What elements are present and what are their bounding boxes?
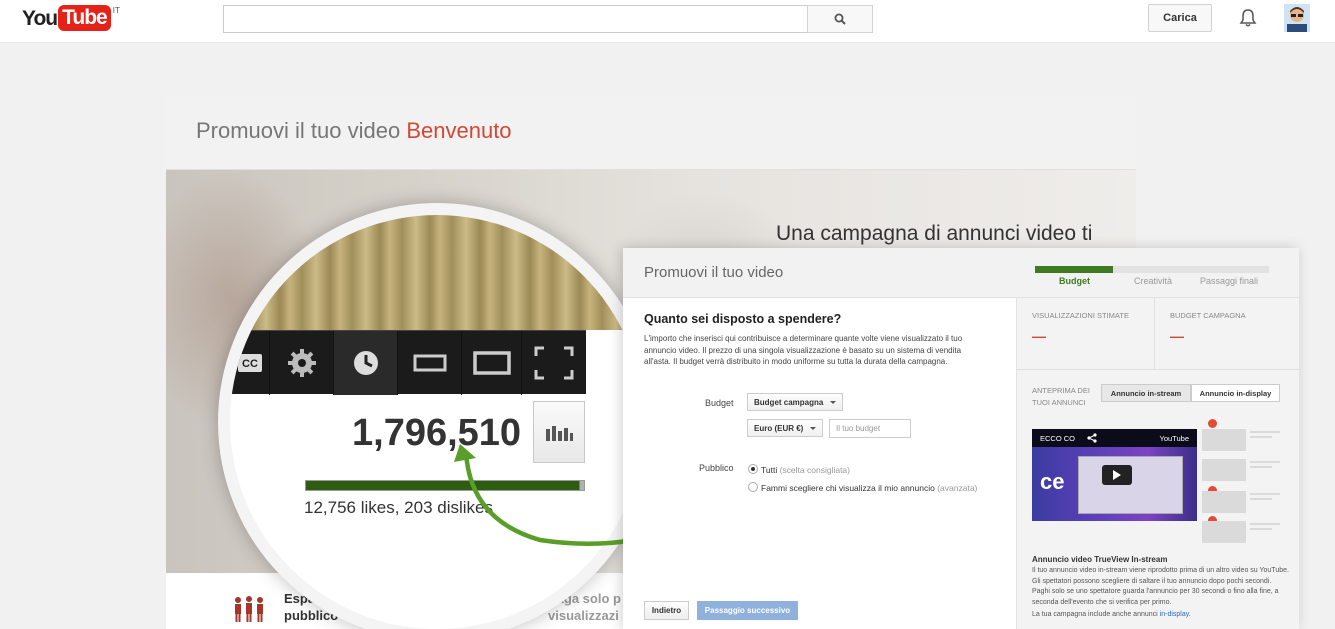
ad-preview-video[interactable]: ce ECCO CO YouTube — [1032, 429, 1197, 521]
step-final[interactable]: Passaggi finali — [1200, 276, 1258, 286]
audience-custom-label: Fammi scegliere chi visualizza il mio an… — [761, 483, 977, 493]
player-controls: CC — [230, 330, 586, 395]
logo-tube-text: Tube — [58, 5, 111, 31]
budget-label: Budget — [705, 398, 734, 408]
currency-select[interactable]: Euro (EUR €) — [747, 419, 823, 437]
preview-sidebar: VISUALIZZAZIONI STIMATE — BUDGET CAMPAGN… — [1016, 298, 1299, 629]
back-button[interactable]: Indietro — [644, 601, 689, 620]
promote-panel: Promuovi il tuo video Budget Creatività … — [623, 248, 1299, 629]
placeholder-thumb — [1202, 429, 1246, 451]
est-views-label: VISUALIZZAZIONI STIMATE — [1032, 311, 1129, 320]
indisplay-link[interactable]: in-display — [1160, 611, 1189, 618]
video-title-bar: ECCO CO YouTube — [1032, 429, 1197, 447]
budget-input[interactable]: Il tuo budget — [829, 419, 911, 438]
chevron-down-icon — [830, 401, 836, 404]
cc-icon: CC — [230, 331, 270, 395]
chart-icon — [546, 426, 573, 441]
form-title: Quanto sei disposto a spendere? — [644, 312, 842, 326]
currency-value: Euro (EUR €) — [754, 423, 804, 433]
ad-type-title: Annuncio video TrueView In-stream — [1032, 555, 1168, 564]
clock-icon — [334, 331, 398, 395]
est-views-value: — — [1032, 328, 1046, 344]
settings-icon — [270, 331, 334, 395]
page-title: Promuovi il tuo video Benvenuto — [196, 118, 512, 144]
budget-type-value: Budget campagna — [754, 397, 824, 407]
page-title-accent: Benvenuto — [406, 118, 512, 143]
people-icon — [235, 596, 263, 622]
campaign-budget-value: — — [1170, 328, 1184, 344]
fullscreen-icon — [522, 331, 586, 395]
magnifier-circle: CC 1,796,510 12,756 likes, 203 dislikes — [218, 203, 656, 629]
svg-text:CC: CC — [242, 358, 258, 370]
logo-you-text: You — [22, 7, 58, 30]
audience-custom-radio[interactable] — [748, 482, 758, 492]
video-brand: YouTube — [1159, 434, 1189, 443]
tab-indisplay[interactable]: Annuncio in-display — [1191, 384, 1280, 402]
placeholder-thumb — [1202, 521, 1246, 543]
card-header: Promuovi il tuo video Benvenuto — [166, 95, 1136, 170]
logo-country: IT — [112, 6, 120, 15]
campaign-note-text: La tua campagna include anche annunci — [1032, 611, 1158, 618]
audience-all-label: Tutti (scelta consigliata) — [761, 465, 850, 475]
placeholder-line — [1250, 466, 1272, 468]
large-player-icon — [462, 331, 522, 395]
est-views-box: VISUALIZZAZIONI STIMATE — — [1017, 298, 1155, 370]
video-letters: ce — [1040, 469, 1065, 494]
search-input[interactable] — [223, 5, 808, 33]
placeholder-line — [1250, 528, 1272, 530]
next-button[interactable]: Passaggio successivo — [697, 601, 798, 620]
budget-type-select[interactable]: Budget campagna — [747, 393, 843, 411]
top-bar: You Tube IT Carica — [0, 0, 1335, 43]
video-frame — [230, 215, 644, 330]
audience-label: Pubblico — [699, 463, 734, 473]
youtube-logo[interactable]: You Tube IT — [22, 5, 120, 33]
step-progress-fill — [1035, 266, 1113, 273]
campaign-note: La tua campagna include anche annunci in… — [1032, 611, 1191, 618]
audience-all-hint: (scelta consigliata) — [779, 465, 850, 475]
step-progress — [1035, 266, 1269, 273]
share-icon[interactable] — [1087, 433, 1097, 443]
ad-type-description: Il tuo annuncio video in-stream viene ri… — [1032, 567, 1289, 606]
placeholder-line — [1250, 436, 1272, 438]
avatar[interactable] — [1284, 4, 1310, 32]
search-button[interactable] — [807, 5, 873, 33]
hero-headline: Una campagna di annunci video ti — [776, 222, 1093, 245]
placeholder-line — [1250, 493, 1280, 495]
step-budget[interactable]: Budget — [1059, 276, 1090, 286]
panel-title: Promuovi il tuo video — [644, 264, 784, 281]
page-title-main: Promuovi il tuo video — [196, 118, 401, 143]
tab-instream[interactable]: Annuncio in-stream — [1101, 384, 1191, 402]
placeholder-line — [1250, 523, 1280, 525]
placeholder-line — [1250, 461, 1280, 463]
placeholder-thumb — [1202, 491, 1246, 513]
campaign-note-dot: . — [1188, 611, 1191, 618]
form-description: L'importo che inserisci qui contribuisce… — [644, 334, 963, 366]
video-title: ECCO CO — [1040, 434, 1076, 443]
small-player-icon — [398, 331, 462, 395]
upload-button[interactable]: Carica — [1148, 4, 1212, 32]
search-icon — [834, 13, 846, 25]
budget-box: BUDGET CAMPAGNA — — [1155, 298, 1299, 370]
play-icon[interactable] — [1102, 465, 1132, 485]
step-creativity[interactable]: Creatività — [1134, 276, 1172, 286]
chevron-down-icon — [810, 427, 816, 430]
campaign-budget-label: BUDGET CAMPAGNA — [1170, 311, 1246, 320]
audience-all-text: Tutti — [761, 465, 778, 475]
audience-all-radio[interactable] — [748, 464, 758, 474]
preview-label: ANTEPRIMA DEI TUOI ANNUNCI — [1032, 386, 1090, 407]
bell-icon[interactable] — [1238, 8, 1258, 28]
audience-custom-text: Fammi scegliere chi visualizza il mio an… — [761, 483, 935, 493]
placeholder-thumb — [1202, 459, 1246, 481]
panel-header: Promuovi il tuo video Budget Creatività … — [623, 248, 1299, 298]
marker-dot — [1208, 419, 1217, 428]
placeholder-line — [1250, 498, 1272, 500]
audience-custom-hint: (avanzata) — [937, 483, 978, 493]
placeholder-line — [1250, 431, 1280, 433]
